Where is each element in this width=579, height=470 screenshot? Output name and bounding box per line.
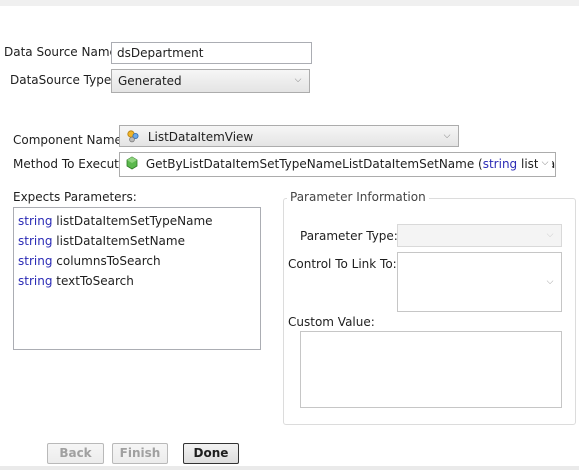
component-name-label: Component Name: (13, 133, 126, 147)
param-name: textToSearch (56, 274, 134, 288)
method-to-execute-label: Method To Execute (13, 157, 127, 171)
param-type: string (18, 214, 53, 228)
chevron-down-icon: ⌵ (546, 230, 554, 240)
control-to-link-to-label: Control To Link To: (288, 257, 397, 271)
custom-value-label: Custom Value: (288, 315, 375, 329)
chevron-down-icon: ⌵ (538, 158, 552, 168)
param-name: listDataItemSetName (56, 234, 185, 248)
data-source-name-label: Data Source Name: (4, 45, 121, 59)
finish-button[interactable]: Finish (112, 443, 168, 464)
component-icon (126, 129, 140, 146)
param-name: columnsToSearch (56, 254, 161, 268)
list-item[interactable]: string textToSearch (18, 271, 256, 291)
chevron-down-icon: ⌵ (443, 131, 451, 141)
component-name-value: ListDataItemView (147, 130, 254, 144)
method-name: GetByListDataItemSetTypeNameListDataItem… (145, 157, 475, 171)
list-item[interactable]: string columnsToSearch (18, 251, 256, 271)
component-name-combo[interactable]: ListDataItemView ⌵ (119, 125, 459, 147)
list-item[interactable]: string listDataItemSetTypeName (18, 211, 256, 231)
done-button[interactable]: Done (183, 443, 239, 464)
expects-parameters-list[interactable]: string listDataItemSetTypeName string li… (13, 207, 261, 350)
list-item[interactable]: string listDataItemSetName (18, 231, 256, 251)
method-open-paren: ( (474, 157, 483, 171)
datasource-type-combo[interactable]: Generated ⌵ (111, 69, 310, 93)
data-source-name-input[interactable]: dsDepartment (111, 42, 312, 64)
param-type: string (18, 254, 53, 268)
datasource-type-label: DataSource Type: (10, 73, 116, 87)
parameter-type-label: Parameter Type: (300, 229, 398, 243)
back-button[interactable]: Back (47, 443, 104, 464)
datasource-type-value: Generated (118, 74, 182, 88)
bottom-border (0, 466, 579, 470)
method-icon (126, 156, 138, 174)
method-to-execute-combo[interactable]: GetByListDataItemSetTypeNameListDataItem… (119, 152, 556, 177)
param-type: string (18, 234, 53, 248)
custom-value-input[interactable] (300, 331, 562, 408)
control-to-link-to-combo[interactable]: ⌵ (397, 252, 562, 312)
wizard-window: Data Source Name: dsDepartment DataSourc… (0, 0, 579, 470)
method-param-type: string (482, 157, 518, 171)
param-type: string (18, 274, 53, 288)
top-strip (0, 0, 579, 6)
parameter-information-title: Parameter Information (287, 190, 429, 204)
chevron-down-icon: ⌵ (546, 277, 554, 287)
parameter-type-combo[interactable]: ⌵ (397, 224, 562, 247)
chevron-down-icon: ⌵ (294, 75, 302, 85)
expects-parameters-label: Expects Parameters: (13, 190, 137, 204)
param-name: listDataItemSetTypeName (56, 214, 213, 228)
